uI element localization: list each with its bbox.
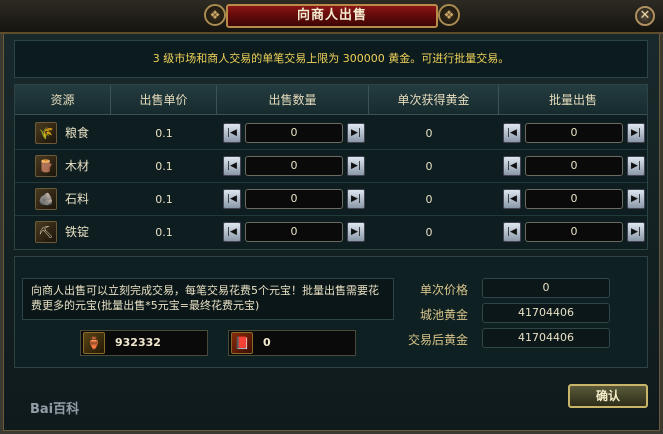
- step-min-button[interactable]: |◀: [223, 222, 241, 242]
- quantity-input[interactable]: 0: [245, 222, 343, 242]
- table-row: 🌾 粮食 0.1 |◀ 0 ▶| 0 |◀ 0 ▶|: [15, 117, 647, 150]
- gold-per-trade: 0: [425, 226, 433, 239]
- trade-cost-info: 向商人出售可以立刻完成交易，每笔交易花费5个元宝！批量出售需要花费更多的元宝(批…: [22, 278, 394, 320]
- header-batch-sell: 批量出售: [548, 93, 597, 107]
- step-min-button[interactable]: |◀: [223, 123, 241, 143]
- table-row: 🪨 石料 0.1 |◀ 0 ▶| 0 |◀ 0 ▶|: [15, 183, 647, 216]
- baidu-watermark: Bai百科: [30, 402, 80, 417]
- batch-max-button[interactable]: ▶|: [627, 222, 645, 242]
- quantity-stepper: |◀ 0 ▶|: [223, 123, 365, 143]
- unit-price: 0.1: [155, 226, 173, 239]
- batch-max-button[interactable]: ▶|: [627, 156, 645, 176]
- ornament-left-icon: ❖: [204, 4, 226, 26]
- step-max-button[interactable]: ▶|: [347, 189, 365, 209]
- title-bar: ❖ 向商人出售 ❖ ✕: [0, 0, 663, 34]
- grain-icon: 🌾: [35, 122, 57, 144]
- step-min-button[interactable]: |◀: [223, 156, 241, 176]
- batch-stepper: |◀ 0 ▶|: [503, 156, 645, 176]
- quantity-stepper: |◀ 0 ▶|: [223, 222, 365, 242]
- batch-input[interactable]: 0: [525, 222, 623, 242]
- gold-per-trade: 0: [425, 160, 433, 173]
- quantity-stepper: |◀ 0 ▶|: [223, 156, 365, 176]
- table-header: 资源 出售单价 出售数量 单次获得黄金 批量出售: [15, 85, 647, 115]
- unit-price: 0.1: [155, 127, 173, 140]
- confirm-button[interactable]: 确认: [568, 384, 648, 408]
- quantity-stepper: |◀ 0 ▶|: [223, 189, 365, 209]
- batch-input[interactable]: 0: [525, 123, 623, 143]
- ornament-right-icon: ❖: [438, 4, 460, 26]
- resource-table: 资源 出售单价 出售数量 单次获得黄金 批量出售 🌾 粮食 0.1 |◀ 0 ▶…: [14, 84, 648, 250]
- table-row: 🪵 木材 0.1 |◀ 0 ▶| 0 |◀ 0 ▶|: [15, 150, 647, 183]
- header-unit-price: 出售单价: [111, 85, 217, 115]
- close-button[interactable]: ✕: [635, 6, 655, 26]
- header-resource: 资源: [15, 85, 111, 115]
- batch-min-button[interactable]: |◀: [503, 156, 521, 176]
- trade-limit-notice: 3 级市场和商人交易的单笔交易上限为 300000 黄金。可进行批量交易。: [14, 40, 648, 78]
- batch-max-button[interactable]: ▶|: [627, 123, 645, 143]
- quantity-input[interactable]: 0: [245, 156, 343, 176]
- summary-value-gold-after: 41704406: [482, 328, 610, 348]
- gold-per-trade: 0: [425, 193, 433, 206]
- batch-stepper: |◀ 0 ▶|: [503, 222, 645, 242]
- step-min-button[interactable]: |◀: [223, 189, 241, 209]
- batch-min-button[interactable]: |◀: [503, 189, 521, 209]
- batch-min-button[interactable]: |◀: [503, 123, 521, 143]
- gold-amount: 932332: [115, 336, 161, 349]
- summary-value-city-gold: 41704406: [482, 303, 610, 323]
- resource-name: 粮食: [65, 126, 90, 140]
- stone-icon: 🪨: [35, 188, 57, 210]
- wood-icon: 🪵: [35, 155, 57, 177]
- resource-name: 石料: [65, 192, 90, 206]
- resource-name: 木材: [65, 159, 90, 173]
- summary-label-unit-price: 单次价格: [419, 283, 468, 297]
- step-max-button[interactable]: ▶|: [347, 123, 365, 143]
- batch-stepper: |◀ 0 ▶|: [503, 123, 645, 143]
- quantity-input[interactable]: 0: [245, 189, 343, 209]
- summary-label-gold-after: 交易后黄金: [407, 333, 468, 347]
- dialog-title: 向商人出售: [226, 4, 438, 28]
- header-gold-per-trade: 单次获得黄金: [369, 85, 499, 115]
- batch-input[interactable]: 0: [525, 156, 623, 176]
- step-max-button[interactable]: ▶|: [347, 156, 365, 176]
- step-max-button[interactable]: ▶|: [347, 222, 365, 242]
- gold-per-trade: 0: [425, 127, 433, 140]
- unit-price: 0.1: [155, 193, 173, 206]
- summary-label-city-gold: 城池黄金: [419, 308, 468, 322]
- batch-min-button[interactable]: |◀: [503, 222, 521, 242]
- gold-balance: 🏺 932332: [80, 330, 208, 356]
- gold-icon: 🏺: [83, 332, 105, 354]
- batch-stepper: |◀ 0 ▶|: [503, 189, 645, 209]
- ingot-book-icon: 📕: [231, 332, 253, 354]
- unit-price: 0.1: [155, 160, 173, 173]
- header-sell-quantity: 出售数量: [217, 85, 369, 115]
- summary-value-unit-price: 0: [482, 278, 610, 298]
- iron-ingot-icon: ⛏: [35, 221, 57, 243]
- table-row: ⛏ 铁锭 0.1 |◀ 0 ▶| 0 |◀ 0 ▶|: [15, 216, 647, 249]
- batch-max-button[interactable]: ▶|: [627, 189, 645, 209]
- ingot-amount: 0: [263, 336, 271, 349]
- resource-name: 铁锭: [65, 225, 90, 239]
- ingot-balance: 📕 0: [228, 330, 356, 356]
- batch-input[interactable]: 0: [525, 189, 623, 209]
- quantity-input[interactable]: 0: [245, 123, 343, 143]
